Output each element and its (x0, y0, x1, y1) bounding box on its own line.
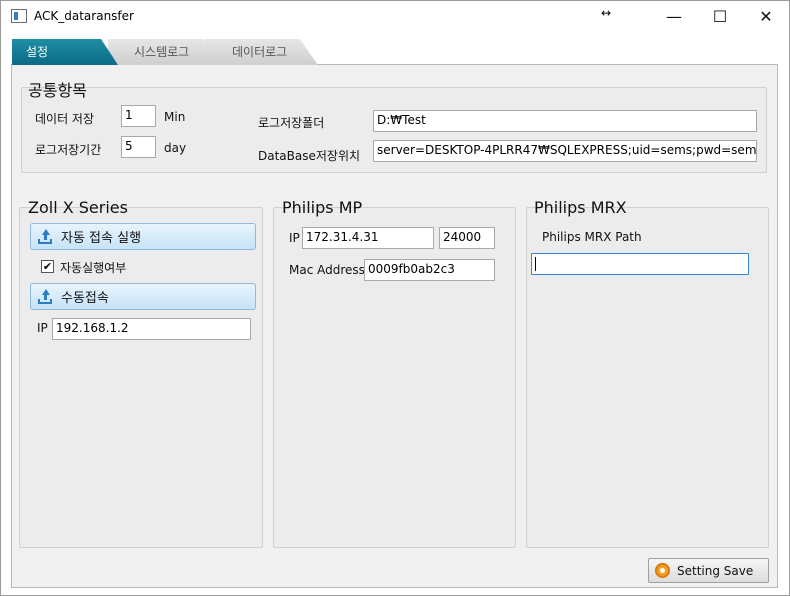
app-icon (11, 9, 27, 23)
mrx-path-label: Philips MRX Path (542, 230, 642, 244)
log-period-input[interactable]: 5 (121, 136, 156, 158)
setting-save-button[interactable]: Setting Save (648, 558, 769, 583)
text-caret (535, 256, 536, 271)
minimize-button[interactable]: — (651, 1, 697, 32)
log-period-unit: day (164, 141, 187, 155)
mrx-path-input[interactable] (531, 253, 749, 275)
upload-icon (37, 288, 53, 305)
close-button[interactable]: ✕ (743, 1, 789, 32)
zoll-group-title: Zoll X Series (28, 198, 128, 217)
zoll-ip-label: IP (37, 321, 48, 335)
db-location-input[interactable]: server=DESKTOP-4PLRR47₩SQLEXPRESS;uid=se… (373, 140, 757, 162)
maximize-button[interactable]: ☐ (697, 1, 743, 32)
log-period-label: 로그저장기간 (35, 143, 102, 157)
auto-run-label: 자동실행여부 (60, 261, 127, 275)
philips-mp-ip-label: IP (289, 231, 300, 245)
philips-mp-ip-input[interactable]: 172.31.4.31 (302, 227, 434, 249)
data-save-label: 데이터 저장 (35, 112, 95, 126)
settings-panel: 공통항목 데이터 저장 1 Min 로그저장기간 5 day 로그저장폴더 D:… (11, 64, 778, 588)
common-group-title: 공통항목 (28, 81, 87, 100)
manual-connect-button[interactable]: 수동접속 (30, 283, 256, 310)
philips-mp-group-title: Philips MP (282, 198, 363, 217)
tab-bar: 설정 시스템로그 데이터로그 (12, 39, 318, 65)
philips-mp-port-input[interactable]: 24000 (439, 227, 495, 249)
window-title: ACK_dataransfer (34, 9, 134, 23)
zoll-ip-input[interactable]: 192.168.1.2 (52, 318, 251, 340)
db-location-label: DataBase저장위치 (258, 149, 361, 163)
philips-mrx-group-title: Philips MRX (534, 198, 627, 217)
log-folder-input[interactable]: D:₩Test (373, 110, 757, 132)
title-bar[interactable]: ACK_dataransfer ↔ — ☐ ✕ (1, 1, 789, 32)
tab-settings[interactable]: 설정 (12, 39, 118, 65)
log-folder-label: 로그저장폴더 (258, 116, 325, 130)
app-window: ACK_dataransfer ↔ — ☐ ✕ 설정 시스템로그 데이터로그 공… (0, 0, 790, 596)
gear-icon (655, 563, 670, 578)
data-save-unit: Min (164, 110, 186, 124)
auto-connect-label: 자동 접속 실행 (61, 231, 142, 246)
resize-arrows-icon: ↔ (601, 6, 612, 20)
mac-address-label: Mac Address (289, 263, 365, 277)
zoll-group (19, 207, 263, 548)
mac-address-input[interactable]: 0009fb0ab2c3 (364, 259, 495, 281)
tab-system-log[interactable]: 시스템로그 (108, 39, 220, 65)
data-save-input[interactable]: 1 (121, 105, 156, 127)
auto-connect-button[interactable]: 자동 접속 실행 (30, 223, 256, 250)
setting-save-label: Setting Save (677, 563, 754, 578)
upload-icon (37, 228, 53, 245)
tab-data-log[interactable]: 데이터로그 (204, 39, 318, 65)
auto-run-checkbox[interactable]: ✔ (41, 260, 54, 273)
manual-connect-label: 수동접속 (61, 291, 109, 306)
